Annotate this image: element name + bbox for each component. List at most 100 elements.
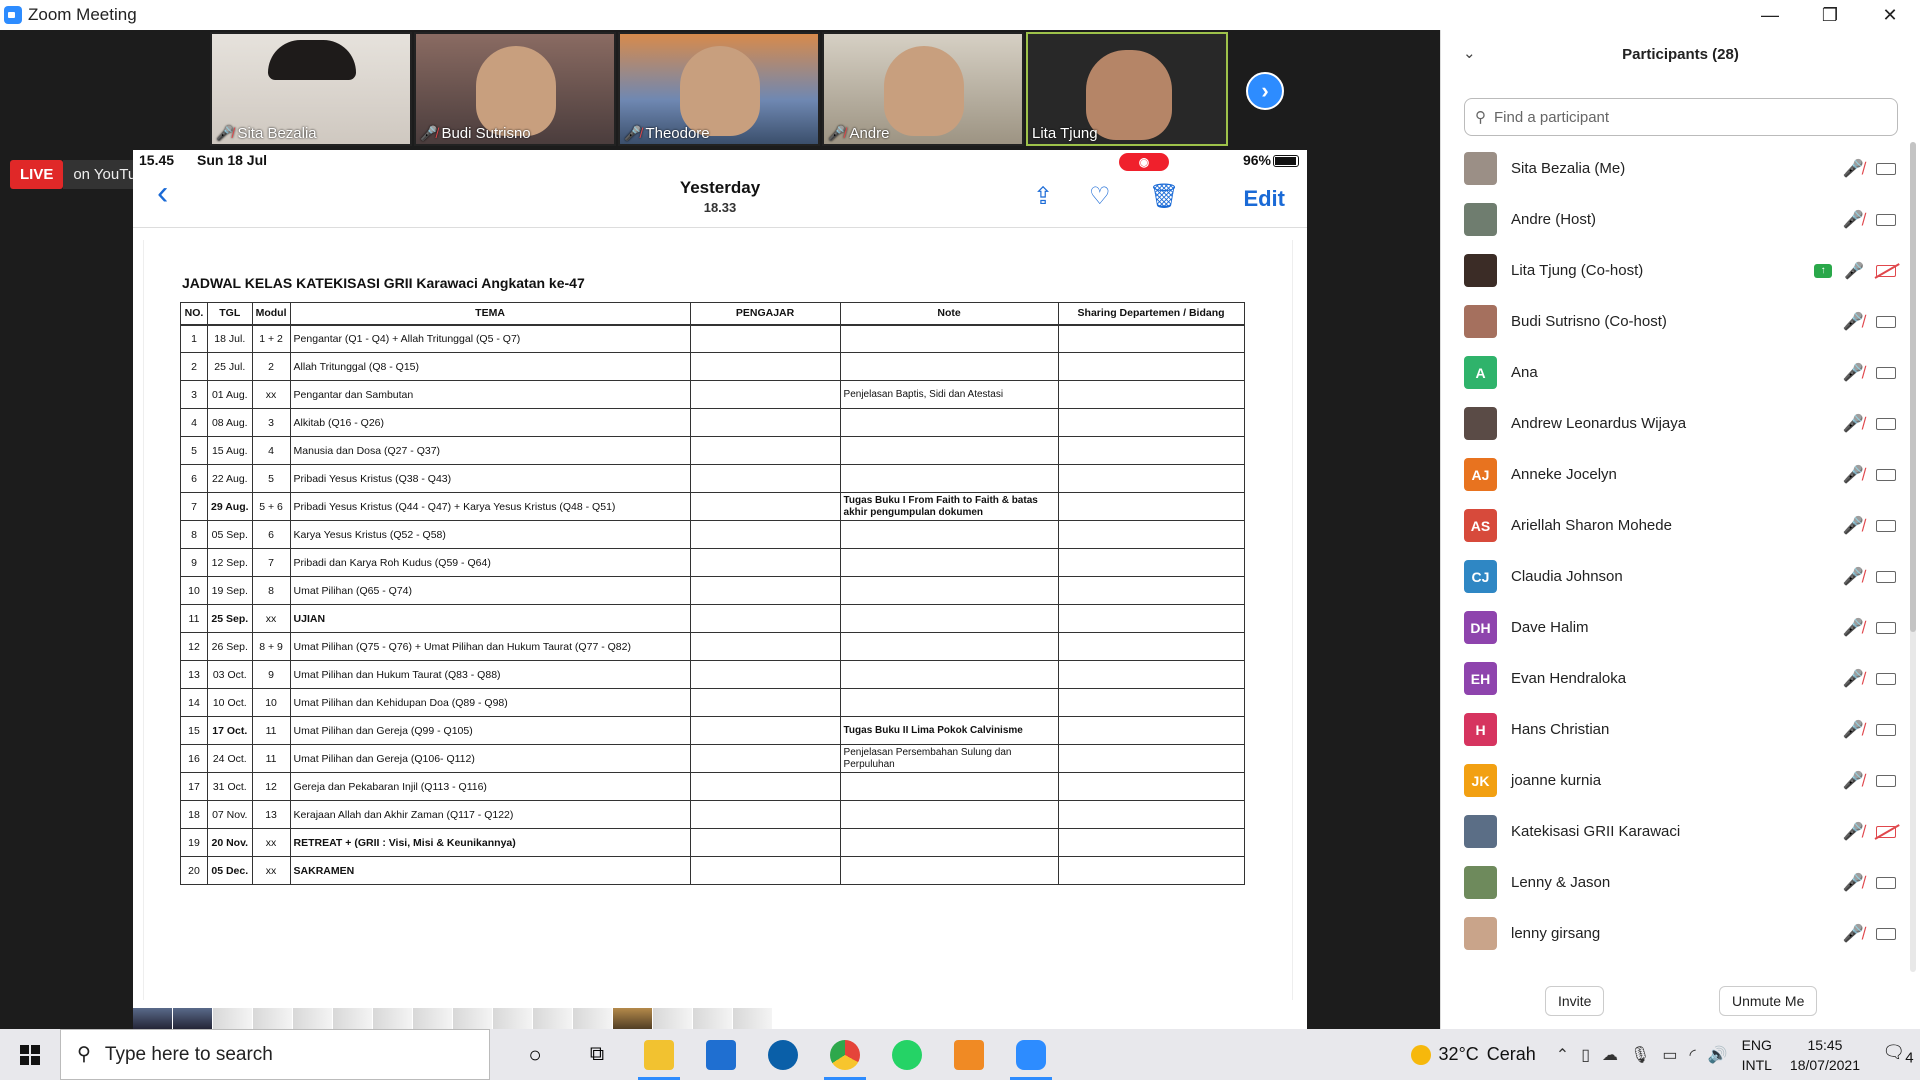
input-language[interactable]: ENG INTL bbox=[1742, 1035, 1772, 1075]
window-controls: — ❐ ✕ bbox=[1430, 0, 1920, 30]
participant-row[interactable]: Andrew Leonardus Wijaya 🎤̸ bbox=[1464, 398, 1904, 449]
trash-icon[interactable]: 🗑 bbox=[1149, 182, 1179, 211]
minimize-button[interactable]: — bbox=[1740, 0, 1800, 30]
table-header-row: NO. TGL Modul TEMA PENGAJAR Note Sharing… bbox=[180, 302, 1245, 326]
row-module: 12 bbox=[251, 772, 291, 801]
participant-row[interactable]: CJ Claudia Johnson 🎤̸ bbox=[1464, 551, 1904, 602]
row-number: 15 bbox=[180, 716, 208, 745]
video-camera-icon bbox=[1876, 162, 1896, 175]
close-button[interactable]: ✕ bbox=[1860, 0, 1920, 30]
participant-row[interactable]: Andre (Host) 🎤̸ bbox=[1464, 194, 1904, 245]
taskbar-apps: ○ ⧉ bbox=[504, 1029, 1062, 1080]
avatar: JK bbox=[1464, 764, 1497, 797]
thumbnail[interactable] bbox=[733, 1008, 772, 1030]
video-tile-active-speaker[interactable]: Lita Tjung bbox=[1026, 32, 1228, 146]
taskbar-search-box[interactable]: ⚲ Type here to search bbox=[60, 1029, 490, 1080]
thumbnail[interactable] bbox=[333, 1008, 372, 1030]
table-row: 18 07 Nov. 13 Kerajaan Allah dan Akhir Zama… bbox=[180, 800, 1245, 829]
participant-row[interactable]: H Hans Christian 🎤̸ bbox=[1464, 704, 1904, 755]
thumbnail[interactable] bbox=[653, 1008, 692, 1030]
share-icon[interactable]: ⇪ bbox=[1033, 182, 1053, 211]
video-tile[interactable]: 🎤̸ Andre bbox=[822, 32, 1024, 146]
task-view-icon: ⧉ bbox=[589, 1043, 605, 1065]
participant-name: Hans Christian bbox=[1511, 721, 1610, 738]
microphone-icon[interactable]: 🎙 bbox=[1630, 1045, 1650, 1065]
weather-widget[interactable]: 32°C Cerah bbox=[1410, 1044, 1536, 1065]
participant-row[interactable]: Sita Bezalia (Me) 🎤̸ bbox=[1464, 143, 1904, 194]
photo-thumbnail-strip[interactable] bbox=[133, 1008, 773, 1030]
thumbnail[interactable] bbox=[213, 1008, 252, 1030]
wifi-icon[interactable]: ◜ bbox=[1689, 1045, 1695, 1065]
video-tile[interactable]: 🎤̸ Budi Sutrisno bbox=[414, 32, 616, 146]
row-sharing bbox=[1057, 464, 1245, 493]
participant-row[interactable]: A Ana 🎤̸ bbox=[1464, 347, 1904, 398]
folder-icon bbox=[644, 1039, 674, 1070]
participant-row[interactable]: Lenny & Jason 🎤̸ bbox=[1464, 857, 1904, 908]
participant-search-input[interactable]: ⚲ Find a participant bbox=[1464, 98, 1898, 136]
participant-row[interactable]: DH Dave Halim 🎤̸ bbox=[1464, 602, 1904, 653]
mic-muted-icon: 🎤̸ bbox=[1842, 464, 1864, 484]
volume-icon[interactable]: 🔊 bbox=[1708, 1045, 1728, 1065]
thumbnail[interactable] bbox=[493, 1008, 532, 1030]
video-camera-icon bbox=[1876, 672, 1896, 685]
thumbnail[interactable] bbox=[693, 1008, 732, 1030]
shared-screen: 15.45 Sun 18 Jul ◉ 96% ‹ Yesterday 18.33… bbox=[133, 150, 1307, 1030]
start-button[interactable] bbox=[0, 1029, 60, 1080]
row-note bbox=[839, 800, 1059, 829]
search-icon: ⚲ bbox=[77, 1044, 91, 1065]
participant-row[interactable]: Lita Tjung (Co-host) ↑ 🎤 bbox=[1464, 245, 1904, 296]
participant-row[interactable]: AS Ariellah Sharon Mohede 🎤̸ bbox=[1464, 500, 1904, 551]
participant-row[interactable]: lenny girsang 🎤̸ bbox=[1464, 908, 1904, 959]
tile-label: 🎤̸ Budi Sutrisno bbox=[420, 125, 531, 142]
pdf-app[interactable] bbox=[938, 1029, 1000, 1080]
maximize-button[interactable]: ❐ bbox=[1800, 0, 1860, 30]
edit-button[interactable]: Edit bbox=[1243, 186, 1285, 212]
chrome-app[interactable] bbox=[814, 1029, 876, 1080]
thumbnail[interactable] bbox=[573, 1008, 612, 1030]
row-theme: Umat Pilihan dan Hukum Taurat (Q83 - Q88… bbox=[289, 660, 691, 689]
mail-app[interactable] bbox=[690, 1029, 752, 1080]
cortana-button[interactable]: ○ bbox=[504, 1029, 566, 1080]
whatsapp-app[interactable] bbox=[876, 1029, 938, 1080]
participant-row[interactable]: JK joanne kurnia 🎤̸ bbox=[1464, 755, 1904, 806]
thumbnail[interactable] bbox=[453, 1008, 492, 1030]
taskbar-clock[interactable]: 15:45 18/07/2021 bbox=[1790, 1035, 1860, 1075]
participant-row[interactable]: EH Evan Hendraloka 🎤̸ bbox=[1464, 653, 1904, 704]
chevron-up-icon[interactable]: ⌃ bbox=[1556, 1045, 1569, 1065]
zoom-app[interactable] bbox=[1000, 1029, 1062, 1080]
next-page-button[interactable]: › bbox=[1246, 72, 1284, 110]
video-tile[interactable]: 🎤̸ Theodore bbox=[618, 32, 820, 146]
participant-list-scrollbar[interactable] bbox=[1910, 142, 1916, 972]
row-sharing bbox=[1057, 408, 1245, 437]
unmute-me-button[interactable]: Unmute Me bbox=[1719, 986, 1818, 1016]
cloud-icon[interactable]: ☁ bbox=[1602, 1045, 1618, 1065]
row-date: 20 Nov. bbox=[207, 828, 253, 857]
screen-share-icon: ↑ bbox=[1814, 263, 1833, 278]
thumbnail[interactable] bbox=[413, 1008, 452, 1030]
participant-row[interactable]: AJ Anneke Jocelyn 🎤̸ bbox=[1464, 449, 1904, 500]
thumbnail[interactable] bbox=[293, 1008, 332, 1030]
participant-row[interactable]: Budi Sutrisno (Co-host) 🎤̸ bbox=[1464, 296, 1904, 347]
row-date: 03 Oct. bbox=[207, 660, 253, 689]
thumbnail[interactable] bbox=[253, 1008, 292, 1030]
participant-status-icons: 🎤̸ bbox=[1843, 822, 1896, 842]
thumbnail[interactable] bbox=[173, 1008, 212, 1030]
participant-row[interactable]: Katekisasi GRII Karawaci 🎤̸ bbox=[1464, 806, 1904, 857]
video-tile[interactable]: 🎤̸ Sita Bezalia bbox=[210, 32, 412, 146]
dell-app[interactable] bbox=[752, 1029, 814, 1080]
file-explorer-app[interactable] bbox=[628, 1029, 690, 1080]
row-sharing bbox=[1057, 744, 1245, 773]
notification-center-button[interactable]: 🗨4 bbox=[1876, 1042, 1920, 1067]
task-view-button[interactable]: ⧉ bbox=[566, 1029, 628, 1080]
thumbnail[interactable] bbox=[533, 1008, 572, 1030]
device-icon[interactable]: ▯ bbox=[1581, 1045, 1590, 1065]
heart-icon[interactable]: ♡ bbox=[1089, 182, 1111, 211]
thumbnail[interactable] bbox=[613, 1008, 652, 1030]
participant-status-icons: 🎤̸ bbox=[1843, 363, 1896, 383]
tile-label: Lita Tjung bbox=[1032, 125, 1098, 142]
battery-icon[interactable]: ▭ bbox=[1662, 1045, 1677, 1065]
thumbnail[interactable] bbox=[133, 1008, 172, 1030]
zoom-window: Zoom Meeting — ❐ ✕ 🎤̸ Sita Bezalia 🎤̸ Budi… bbox=[0, 0, 1920, 1080]
invite-button[interactable]: Invite bbox=[1545, 986, 1605, 1016]
thumbnail[interactable] bbox=[373, 1008, 412, 1030]
